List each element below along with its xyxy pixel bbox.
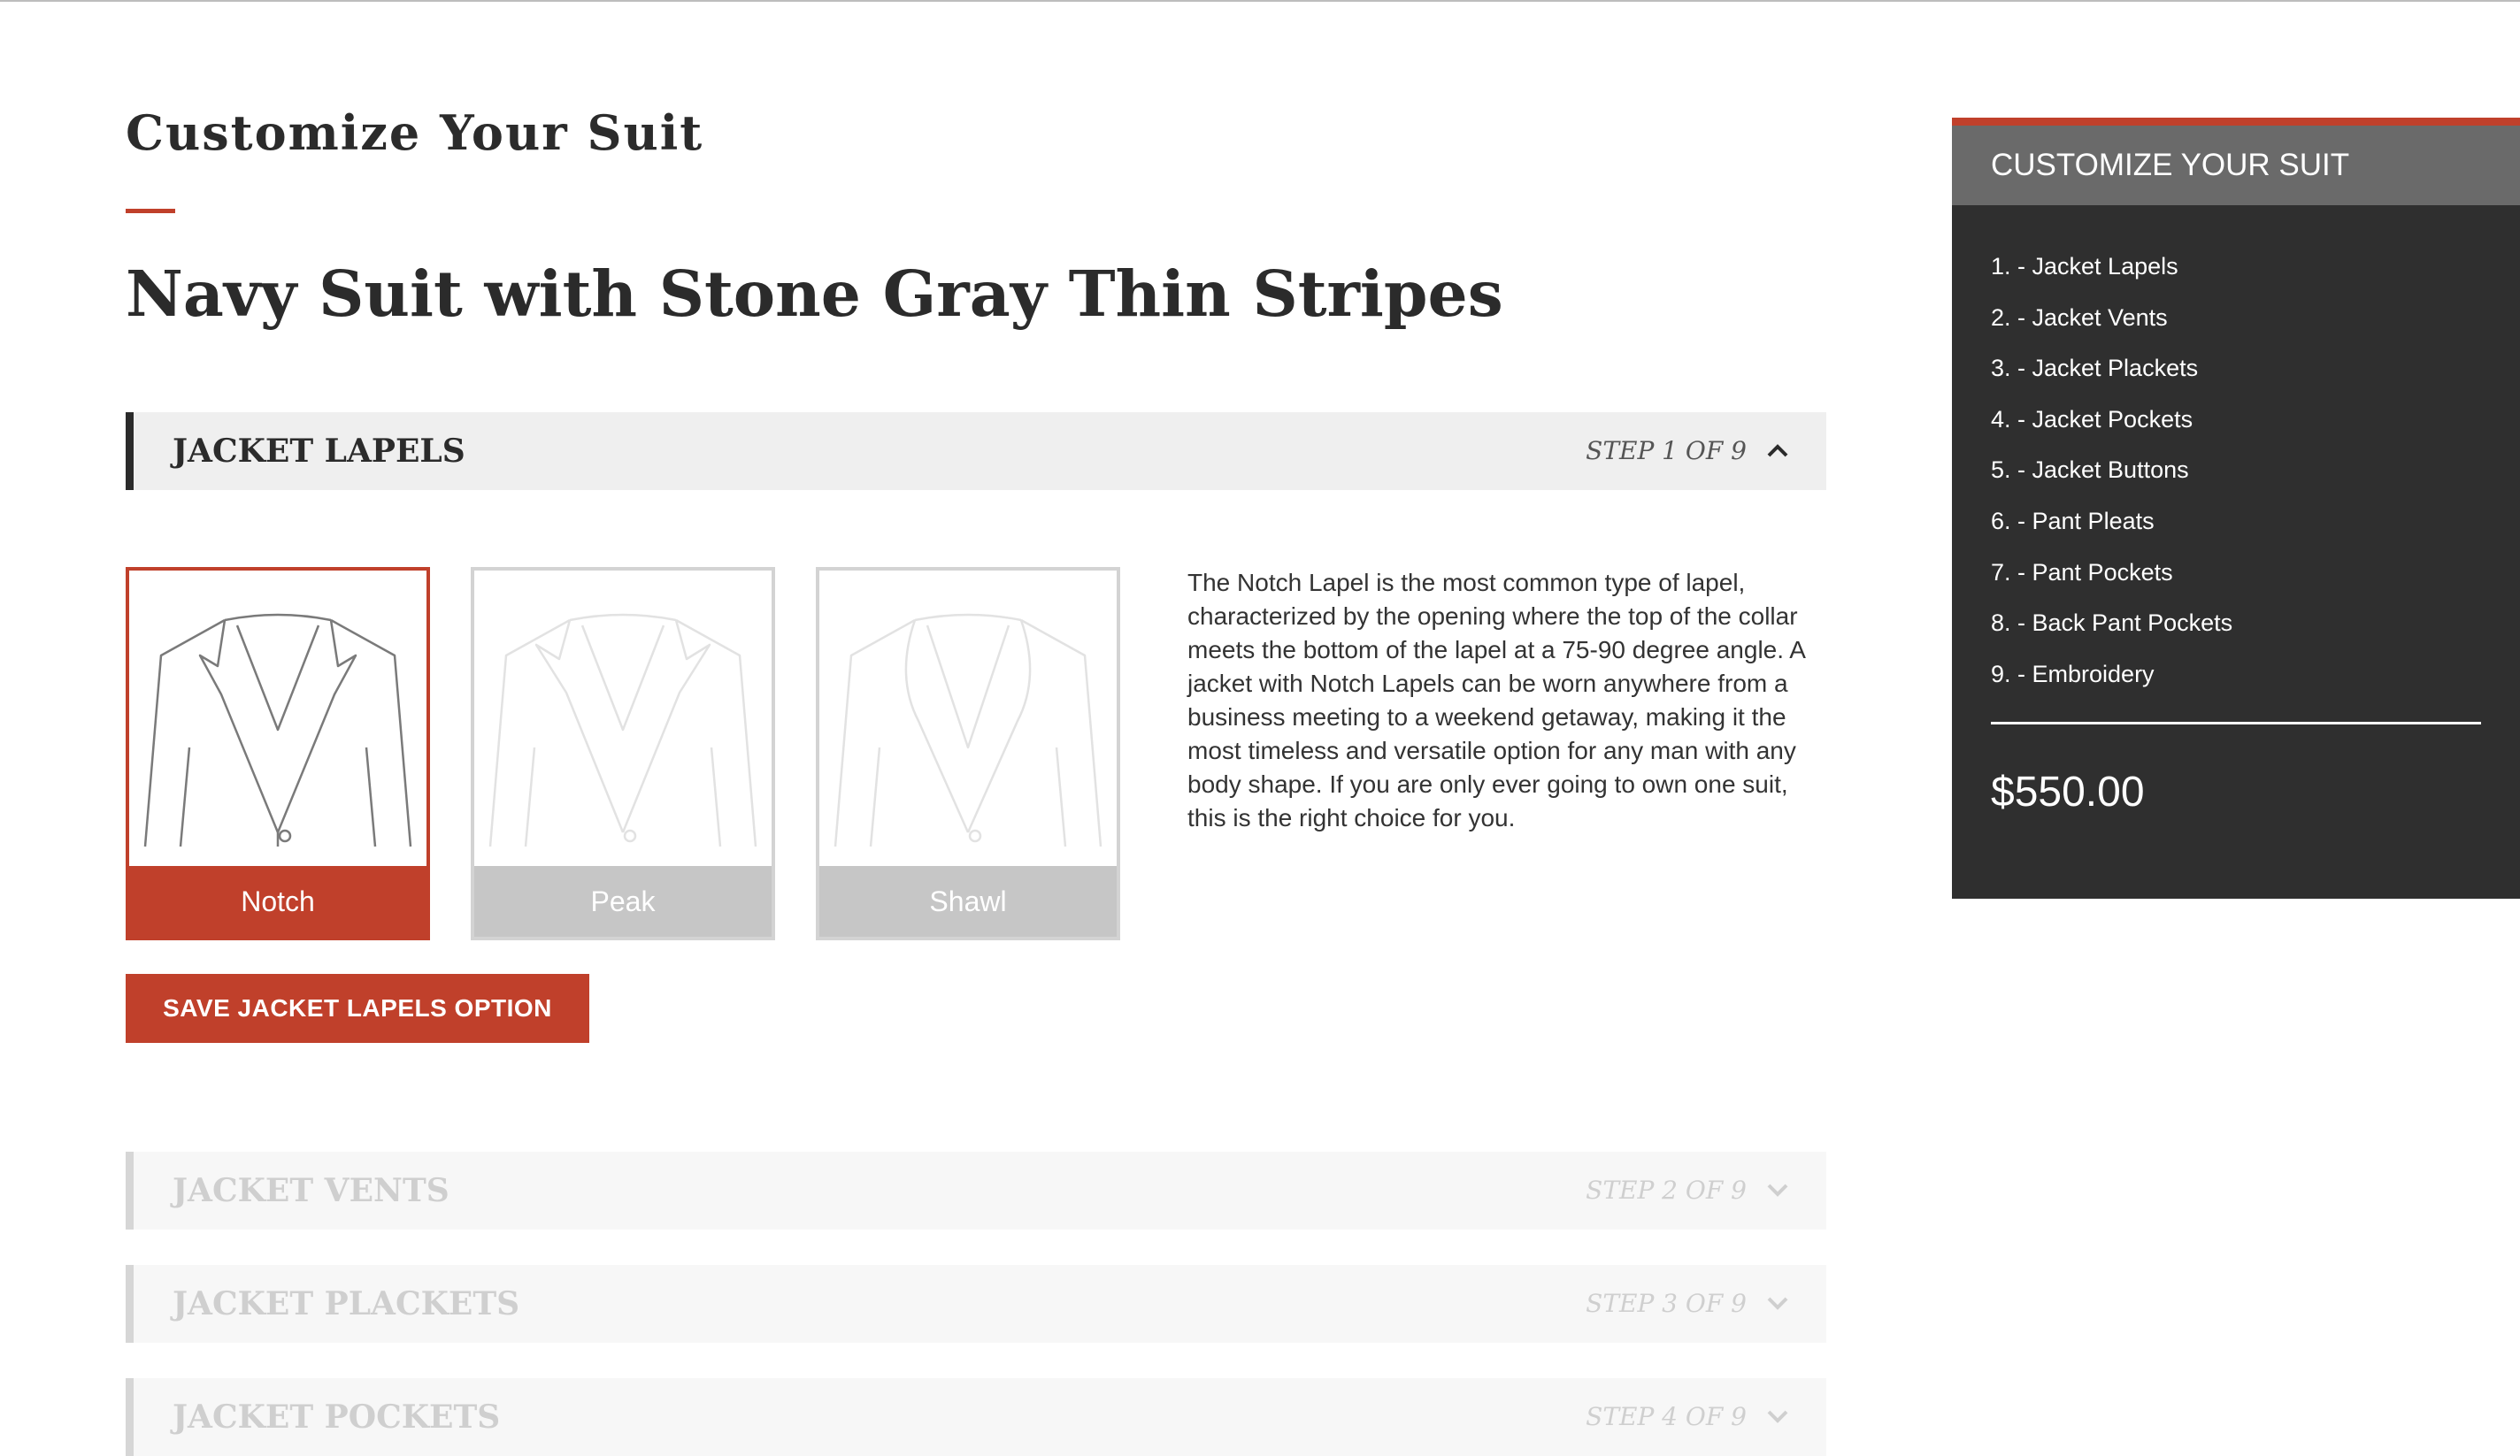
sidebar-item-jacket-pockets[interactable]: 4. - Jacket Pockets	[1991, 395, 2232, 446]
sidebar-accent-bar	[1952, 118, 2520, 126]
sidebar-item-back-pant-pockets[interactable]: 8. - Back Pant Pockets	[1991, 598, 2232, 649]
step-title: Jacket Plackets	[173, 1285, 520, 1322]
step-header-jacket-plackets[interactable]: Jacket Plackets STEP 3 OF 9	[126, 1265, 1826, 1343]
sidebar-step-list: 1. - Jacket Lapels 2. - Jacket Vents 3. …	[1991, 241, 2232, 700]
sidebar-title: CUSTOMIZE YOUR SUIT	[1991, 148, 2350, 182]
step-count: STEP 2 OF 9	[1586, 1176, 1747, 1205]
notch-lapel-jacket-icon	[143, 613, 412, 847]
step-count: STEP 3 OF 9	[1586, 1289, 1747, 1318]
step-count: STEP 1 OF 9	[1586, 436, 1747, 465]
option-description: The Notch Lapel is the most common type …	[1187, 569, 1805, 831]
sidebar-item-jacket-vents[interactable]: 2. - Jacket Vents	[1991, 293, 2232, 344]
save-option-button[interactable]: SAVE JACKET LAPELS OPTION	[126, 974, 589, 1043]
step-title: Jacket Pockets	[173, 1399, 501, 1436]
title-underline	[126, 209, 175, 213]
customize-sidebar: CUSTOMIZE YOUR SUIT 1. - Jacket Lapels 2…	[1952, 118, 2520, 899]
suit-name: Navy Suit with Stone Gray Thin Stripes	[126, 257, 1503, 331]
step-header-jacket-lapels[interactable]: Jacket Lapels STEP 1 OF 9	[126, 412, 1826, 490]
sidebar-item-pant-pockets[interactable]: 7. - Pant Pockets	[1991, 548, 2232, 599]
sidebar-item-embroidery[interactable]: 9. - Embroidery	[1991, 649, 2232, 701]
sidebar-item-pant-pleats[interactable]: 6. - Pant Pleats	[1991, 496, 2232, 548]
step-header-jacket-vents[interactable]: Jacket Vents STEP 2 OF 9	[126, 1152, 1826, 1230]
chevron-down-icon[interactable]	[1764, 1176, 1791, 1203]
option-label: Shawl	[819, 866, 1117, 937]
chevron-down-icon[interactable]	[1764, 1403, 1791, 1429]
sidebar-header: CUSTOMIZE YOUR SUIT	[1952, 126, 2520, 205]
page-title: Customize Your Suit	[126, 104, 704, 161]
option-label: Peak	[474, 866, 772, 937]
sidebar-item-jacket-buttons[interactable]: 5. - Jacket Buttons	[1991, 445, 2232, 496]
lapel-option-shawl[interactable]: Shawl	[816, 567, 1120, 940]
step-title: Jacket Lapels	[173, 433, 465, 470]
step-header-jacket-pockets[interactable]: Jacket Pockets STEP 4 OF 9	[126, 1378, 1826, 1456]
shawl-lapel-jacket-icon	[834, 613, 1102, 847]
total-price: $550.00	[1991, 769, 2145, 816]
top-border	[0, 0, 2520, 2]
step-count: STEP 4 OF 9	[1586, 1402, 1747, 1431]
sidebar-item-jacket-lapels[interactable]: 1. - Jacket Lapels	[1991, 241, 2232, 293]
sidebar-divider	[1991, 722, 2481, 724]
lapel-option-peak[interactable]: Peak	[471, 567, 775, 940]
chevron-down-icon[interactable]	[1764, 1290, 1791, 1316]
sidebar-item-jacket-plackets[interactable]: 3. - Jacket Plackets	[1991, 343, 2232, 395]
step-title: Jacket Vents	[173, 1172, 449, 1209]
lapel-option-notch[interactable]: Notch	[126, 567, 430, 940]
peak-lapel-jacket-icon	[488, 613, 757, 847]
chevron-up-icon[interactable]	[1764, 437, 1791, 464]
option-label: Notch	[129, 866, 426, 937]
